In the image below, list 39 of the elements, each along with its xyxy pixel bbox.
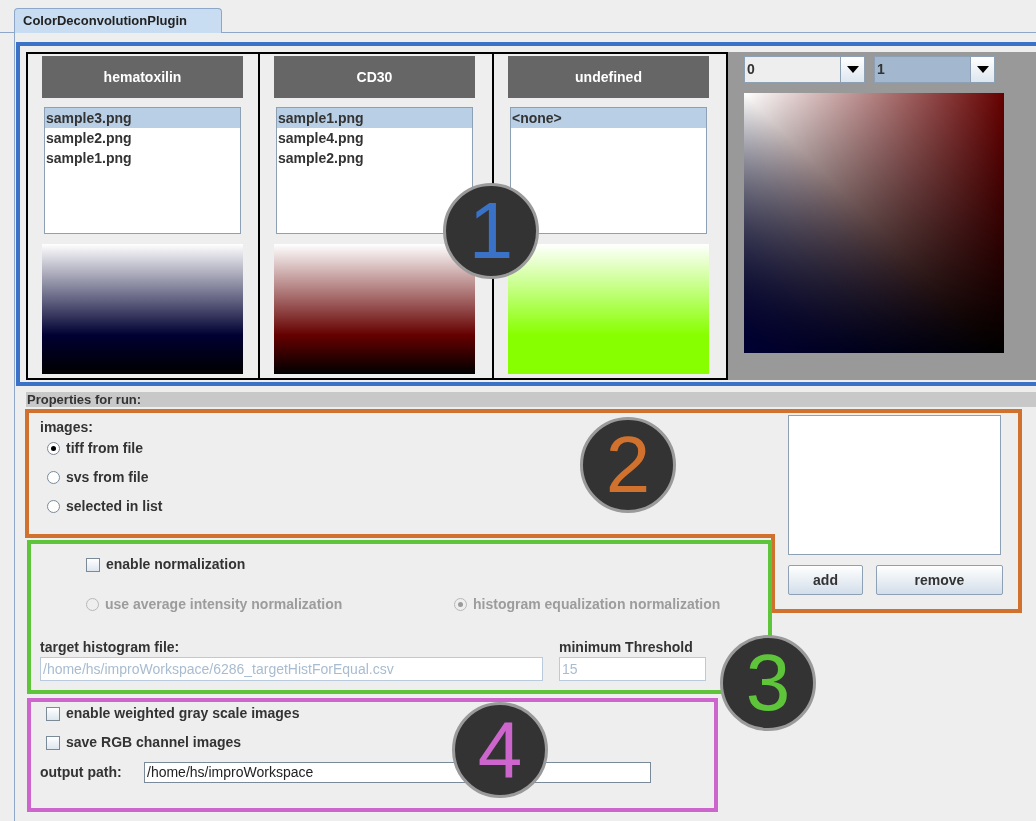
checkbox-label: enable weighted gray scale images <box>66 704 300 723</box>
radio-button[interactable] <box>47 471 60 484</box>
action-button[interactable]: add <box>788 565 863 595</box>
field-label: target histogram file: <box>40 638 181 655</box>
radio-label: use average intensity normalization <box>105 595 343 614</box>
radio-label: svs from file <box>66 468 149 487</box>
radio-label: tiff from file <box>66 439 143 458</box>
field-label: output path: <box>40 763 123 782</box>
dropdown[interactable]: 1 <box>874 56 995 83</box>
callout-overlay: 2 <box>580 417 676 513</box>
file-list-item[interactable]: sample2.png <box>45 128 240 148</box>
stain-header: CD30 <box>274 56 475 98</box>
checkbox[interactable] <box>46 706 60 721</box>
radio-label: histogram equalization normalization <box>473 595 721 614</box>
field-label: minimum Threshold <box>559 638 694 655</box>
file-list-item[interactable]: sample2.png <box>277 148 472 168</box>
properties-header: Properties for run: <box>26 392 1036 407</box>
file-list-item[interactable]: sample1.png <box>45 148 240 168</box>
callout-overlay: 4 <box>452 702 548 798</box>
images-label: images: <box>40 418 94 435</box>
radio-button[interactable] <box>47 442 60 455</box>
caret-icon <box>970 57 994 82</box>
callout-overlay: 3 <box>720 635 816 731</box>
radio-label: selected in list <box>66 497 163 516</box>
caret-icon <box>840 57 864 82</box>
dropdown[interactable]: 0 <box>744 56 865 83</box>
checkbox[interactable] <box>86 557 100 572</box>
stain-header: hematoxilin <box>42 56 243 98</box>
radio-button[interactable] <box>47 500 60 513</box>
file-list-item[interactable]: sample1.png <box>277 108 472 128</box>
stain-header: undefined <box>508 56 709 98</box>
file-list-item[interactable]: <none> <box>511 108 706 128</box>
plugin-tab[interactable]: ColorDeconvolutionPlugin <box>14 8 222 33</box>
file-list-item[interactable]: sample3.png <box>45 108 240 128</box>
checkbox-label: save RGB channel images <box>66 733 242 752</box>
action-button[interactable]: remove <box>876 565 1003 595</box>
file-list-item[interactable]: sample4.png <box>277 128 472 148</box>
checkbox-label: enable normalization <box>106 555 246 574</box>
checkbox[interactable] <box>46 735 60 750</box>
